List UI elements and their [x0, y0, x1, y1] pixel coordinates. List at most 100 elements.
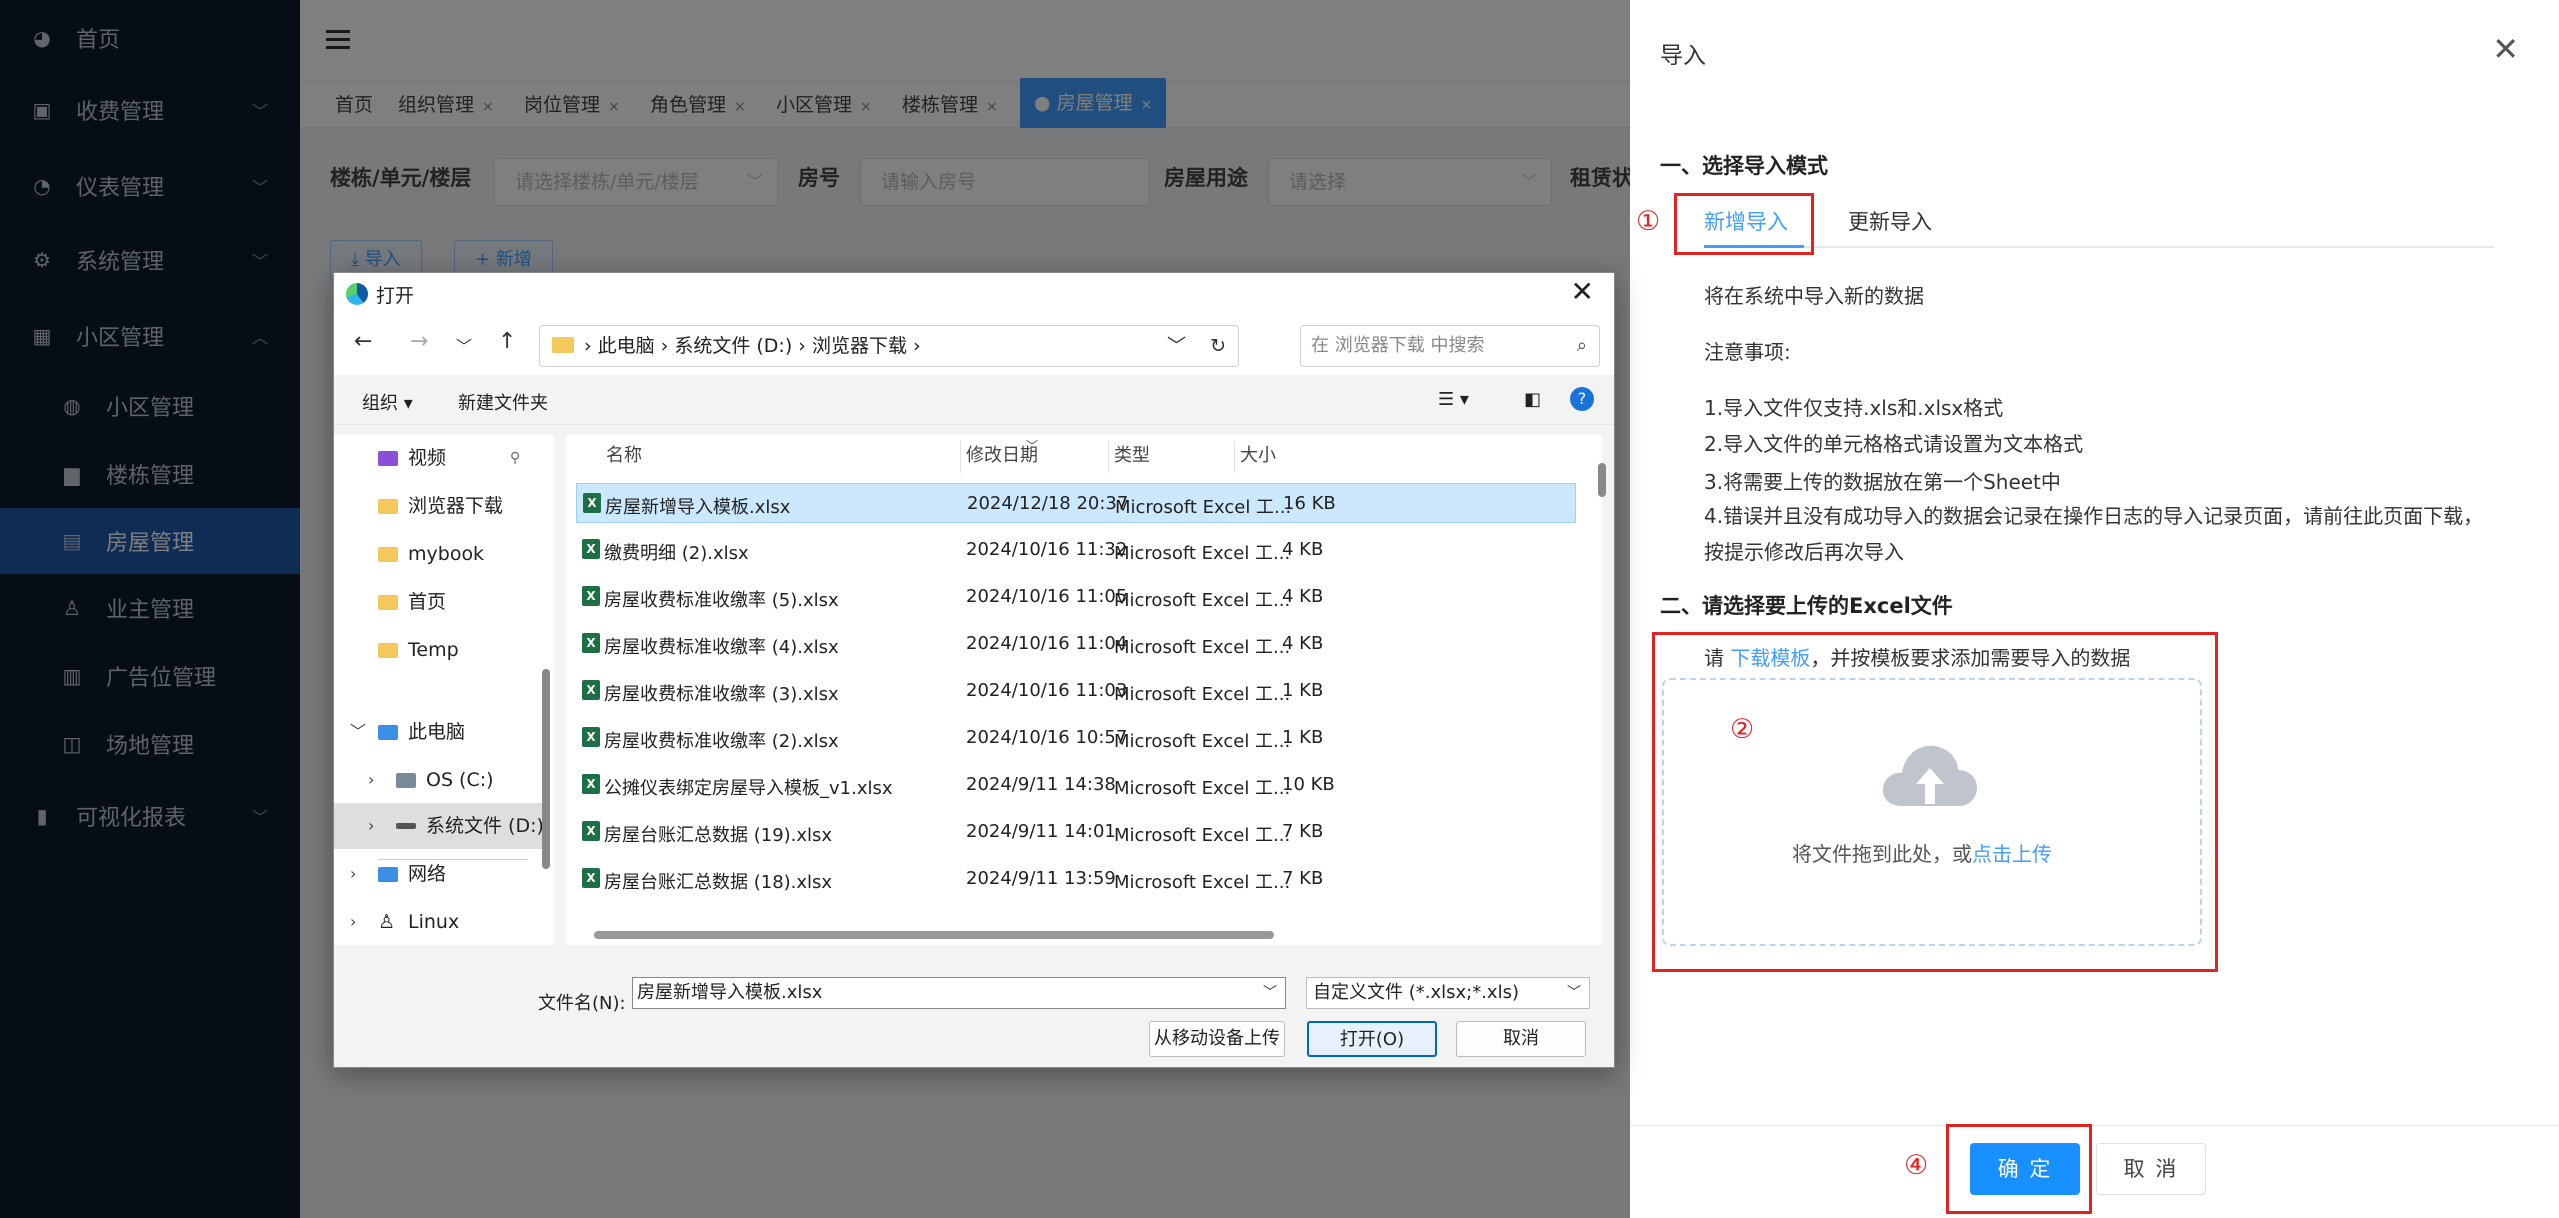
nav-item-label: 视频: [408, 447, 447, 469]
breadcrumb-item[interactable]: 浏览器下载: [812, 335, 907, 357]
file-row[interactable]: X 房屋收费标准收缴率 (5).xlsx 2024/10/16 11:05 Micro…: [576, 577, 1576, 617]
file-type: Microsoft Excel 工...: [1114, 778, 1291, 799]
chevron-right-icon[interactable]: ›: [350, 899, 356, 945]
breadcrumb-item[interactable]: 系统文件 (D:): [674, 335, 792, 357]
file-row[interactable]: X 房屋台账汇总数据 (18).xlsx 2024/9/11 13:59 Micros…: [576, 859, 1576, 899]
column-header-type[interactable]: 类型: [1114, 435, 1150, 477]
nav-item-videos[interactable]: 视频 ⚲: [334, 435, 534, 481]
folder-icon: [378, 547, 398, 562]
recent-chevron-icon[interactable]: ﹀: [456, 333, 472, 357]
file-size: 7 KB: [1282, 868, 1324, 889]
nav-item-home[interactable]: 首页: [334, 579, 534, 625]
close-icon[interactable]: ✕: [1571, 275, 1594, 308]
column-header-name[interactable]: 名称: [606, 435, 642, 477]
file-date: 2024/9/11 14:38: [966, 774, 1116, 795]
nav-item-label: 系统文件 (D:): [426, 815, 544, 837]
column-divider: [1234, 441, 1235, 473]
file-list-scrollbar[interactable]: [1598, 463, 1606, 497]
computer-icon: [378, 725, 398, 740]
filetype-select[interactable]: 自定义文件 (*.xlsx;*.xls) ﹀: [1306, 977, 1590, 1009]
back-arrow-icon[interactable]: ←: [354, 329, 372, 354]
file-date: 2024/10/16 11:04: [966, 633, 1128, 654]
file-row[interactable]: X 房屋台账汇总数据 (19).xlsx 2024/9/11 14:01 Micros…: [576, 812, 1576, 852]
tab-update-import[interactable]: 更新导入: [1848, 206, 1932, 236]
upload-section-title: 二、请选择要上传的Excel文件: [1660, 594, 1953, 618]
open-file-dialog: 打开 ✕ ← → ﹀ ↑ › 此电脑 › 系统文件 (D:) › 浏览器下载 ›…: [333, 272, 1615, 1068]
horizontal-scrollbar[interactable]: [594, 931, 1274, 939]
file-type: Microsoft Excel 工...: [1114, 590, 1291, 611]
file-size: 4 KB: [1282, 539, 1324, 560]
chevron-down-icon[interactable]: ﹀: [350, 709, 366, 755]
annotation-marker-1: ①: [1636, 206, 1661, 237]
file-type: Microsoft Excel 工...: [1115, 497, 1292, 518]
search-icon: ⌕: [1576, 335, 1587, 356]
chevron-right-icon[interactable]: ›: [368, 757, 374, 803]
nav-scrollbar[interactable]: [542, 669, 550, 869]
help-icon[interactable]: ?: [1570, 387, 1594, 411]
breadcrumb-item[interactable]: 此电脑: [598, 335, 655, 357]
nav-item-label: Temp: [408, 639, 459, 661]
dialog-command-bar: 组织 ▾ 新建文件夹 ☰ ▾ ◧ ?: [334, 375, 1614, 425]
nav-item-network[interactable]: › 网络: [334, 851, 534, 897]
preview-pane-icon[interactable]: ◧: [1524, 389, 1541, 410]
video-folder-icon: [378, 451, 398, 466]
chevron-down-icon[interactable]: ﹀: [1263, 978, 1277, 1008]
nav-item-label: 此电脑: [408, 721, 466, 743]
file-row[interactable]: X 房屋收费标准收缴率 (2).xlsx 2024/10/16 10:57 Micro…: [576, 718, 1576, 758]
file-row[interactable]: X 房屋新增导入模板.xlsx 2024/12/18 20:37 Microsoft …: [576, 483, 1576, 523]
file-type: Microsoft Excel 工...: [1114, 872, 1291, 893]
file-row[interactable]: X 房屋收费标准收缴率 (3).xlsx 2024/10/16 11:03 Micro…: [576, 671, 1576, 711]
file-name: 房屋收费标准收缴率 (5).xlsx: [604, 590, 839, 611]
linux-penguin-icon: ♙: [378, 911, 396, 933]
filename-input[interactable]: 房屋新增导入模板.xlsx ﹀: [632, 977, 1286, 1009]
import-mode-title: 一、选择导入模式: [1660, 154, 1828, 178]
annotation-marker-2: ②: [1730, 714, 1755, 745]
chevron-right-icon[interactable]: ›: [350, 851, 356, 897]
file-size: 10 KB: [1282, 774, 1335, 795]
filename-label: 文件名(N):: [538, 993, 626, 1014]
search-input[interactable]: 在 浏览器下载 中搜索 ⌕: [1300, 325, 1600, 367]
search-placeholder: 在 浏览器下载 中搜索: [1311, 335, 1485, 356]
cancel-button[interactable]: 取 消: [2096, 1143, 2206, 1195]
nav-item-mybook[interactable]: mybook: [334, 531, 534, 577]
annotation-box-4: [1946, 1124, 2092, 1214]
nav-item-linux[interactable]: › ♙ Linux: [334, 899, 534, 945]
file-row[interactable]: X 公摊仪表绑定房屋导入模板_v1.xlsx 2024/9/11 14:38 Micr…: [576, 765, 1576, 805]
file-date: 2024/10/16 11:03: [966, 680, 1128, 701]
refresh-icon[interactable]: ↻: [1210, 326, 1226, 366]
file-row[interactable]: X 缴费明细 (2).xlsx 2024/10/16 11:32 Microsoft …: [576, 530, 1576, 570]
chevron-right-icon[interactable]: ›: [368, 803, 374, 849]
nav-item-temp[interactable]: Temp: [334, 627, 534, 673]
file-date: 2024/10/16 10:57: [966, 727, 1128, 748]
open-button[interactable]: 打开(O): [1307, 1021, 1437, 1057]
file-name: 房屋台账汇总数据 (19).xlsx: [604, 825, 833, 846]
file-date: 2024/10/16 11:32: [966, 539, 1128, 560]
new-folder-button[interactable]: 新建文件夹: [458, 389, 548, 415]
nav-item-drive-c[interactable]: › OS (C:): [334, 757, 534, 803]
address-bar[interactable]: › 此电脑 › 系统文件 (D:) › 浏览器下载 › ﹀ ↻: [539, 325, 1239, 367]
mobile-upload-button[interactable]: 从移动设备上传: [1149, 1021, 1285, 1057]
filename-value: 房屋新增导入模板.xlsx: [637, 982, 823, 1003]
file-row[interactable]: X 房屋收费标准收缴率 (4).xlsx 2024/10/16 11:04 Micro…: [576, 624, 1576, 664]
column-divider: [960, 441, 961, 473]
column-header-size[interactable]: 大小: [1240, 435, 1276, 477]
view-list-icon[interactable]: ☰ ▾: [1438, 389, 1469, 410]
file-type: Microsoft Excel 工...: [1114, 825, 1291, 846]
dialog-cancel-button[interactable]: 取消: [1456, 1021, 1586, 1057]
nav-item-drive-d[interactable]: › 系统文件 (D:): [334, 803, 544, 849]
organize-button[interactable]: 组织 ▾: [362, 389, 413, 415]
excel-file-icon: X: [583, 493, 601, 513]
up-arrow-icon[interactable]: ↑: [498, 329, 516, 354]
note-item: 1.导入文件仅支持.xls和.xlsx格式: [1704, 396, 2004, 420]
chevron-down-icon[interactable]: ﹀: [1167, 326, 1186, 366]
file-name: 房屋新增导入模板.xlsx: [605, 497, 791, 518]
file-name: 公摊仪表绑定房屋导入模板_v1.xlsx: [604, 778, 893, 799]
pin-icon: ⚲: [510, 450, 521, 466]
nav-item-this-pc[interactable]: ﹀ 此电脑: [334, 709, 534, 755]
folder-icon: [378, 643, 398, 658]
forward-arrow-icon[interactable]: →: [410, 329, 428, 354]
file-date: 2024/10/16 11:05: [966, 586, 1128, 607]
annotation-box-1: [1674, 193, 1814, 255]
close-icon[interactable]: ✕: [2492, 30, 2519, 68]
nav-item-downloads[interactable]: 浏览器下载: [334, 483, 534, 529]
